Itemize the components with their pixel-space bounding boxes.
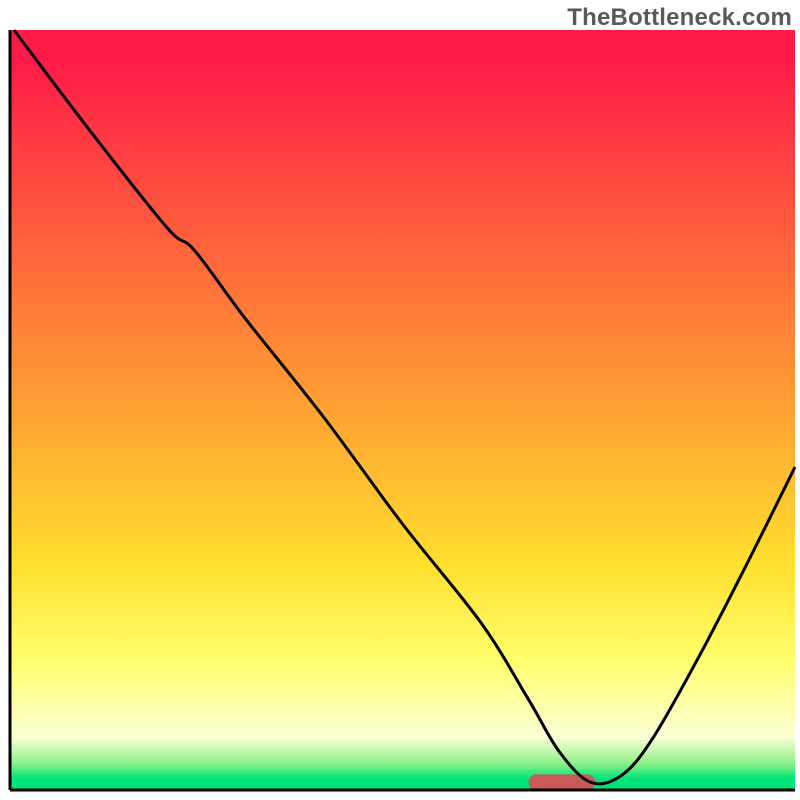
optimal-marker — [528, 774, 595, 790]
plot-area — [10, 30, 795, 790]
chart-stage: TheBottleneck.com — [0, 0, 800, 800]
gradient-background — [10, 30, 795, 790]
bottleneck-chart — [0, 0, 800, 800]
watermark-text: TheBottleneck.com — [567, 4, 792, 32]
